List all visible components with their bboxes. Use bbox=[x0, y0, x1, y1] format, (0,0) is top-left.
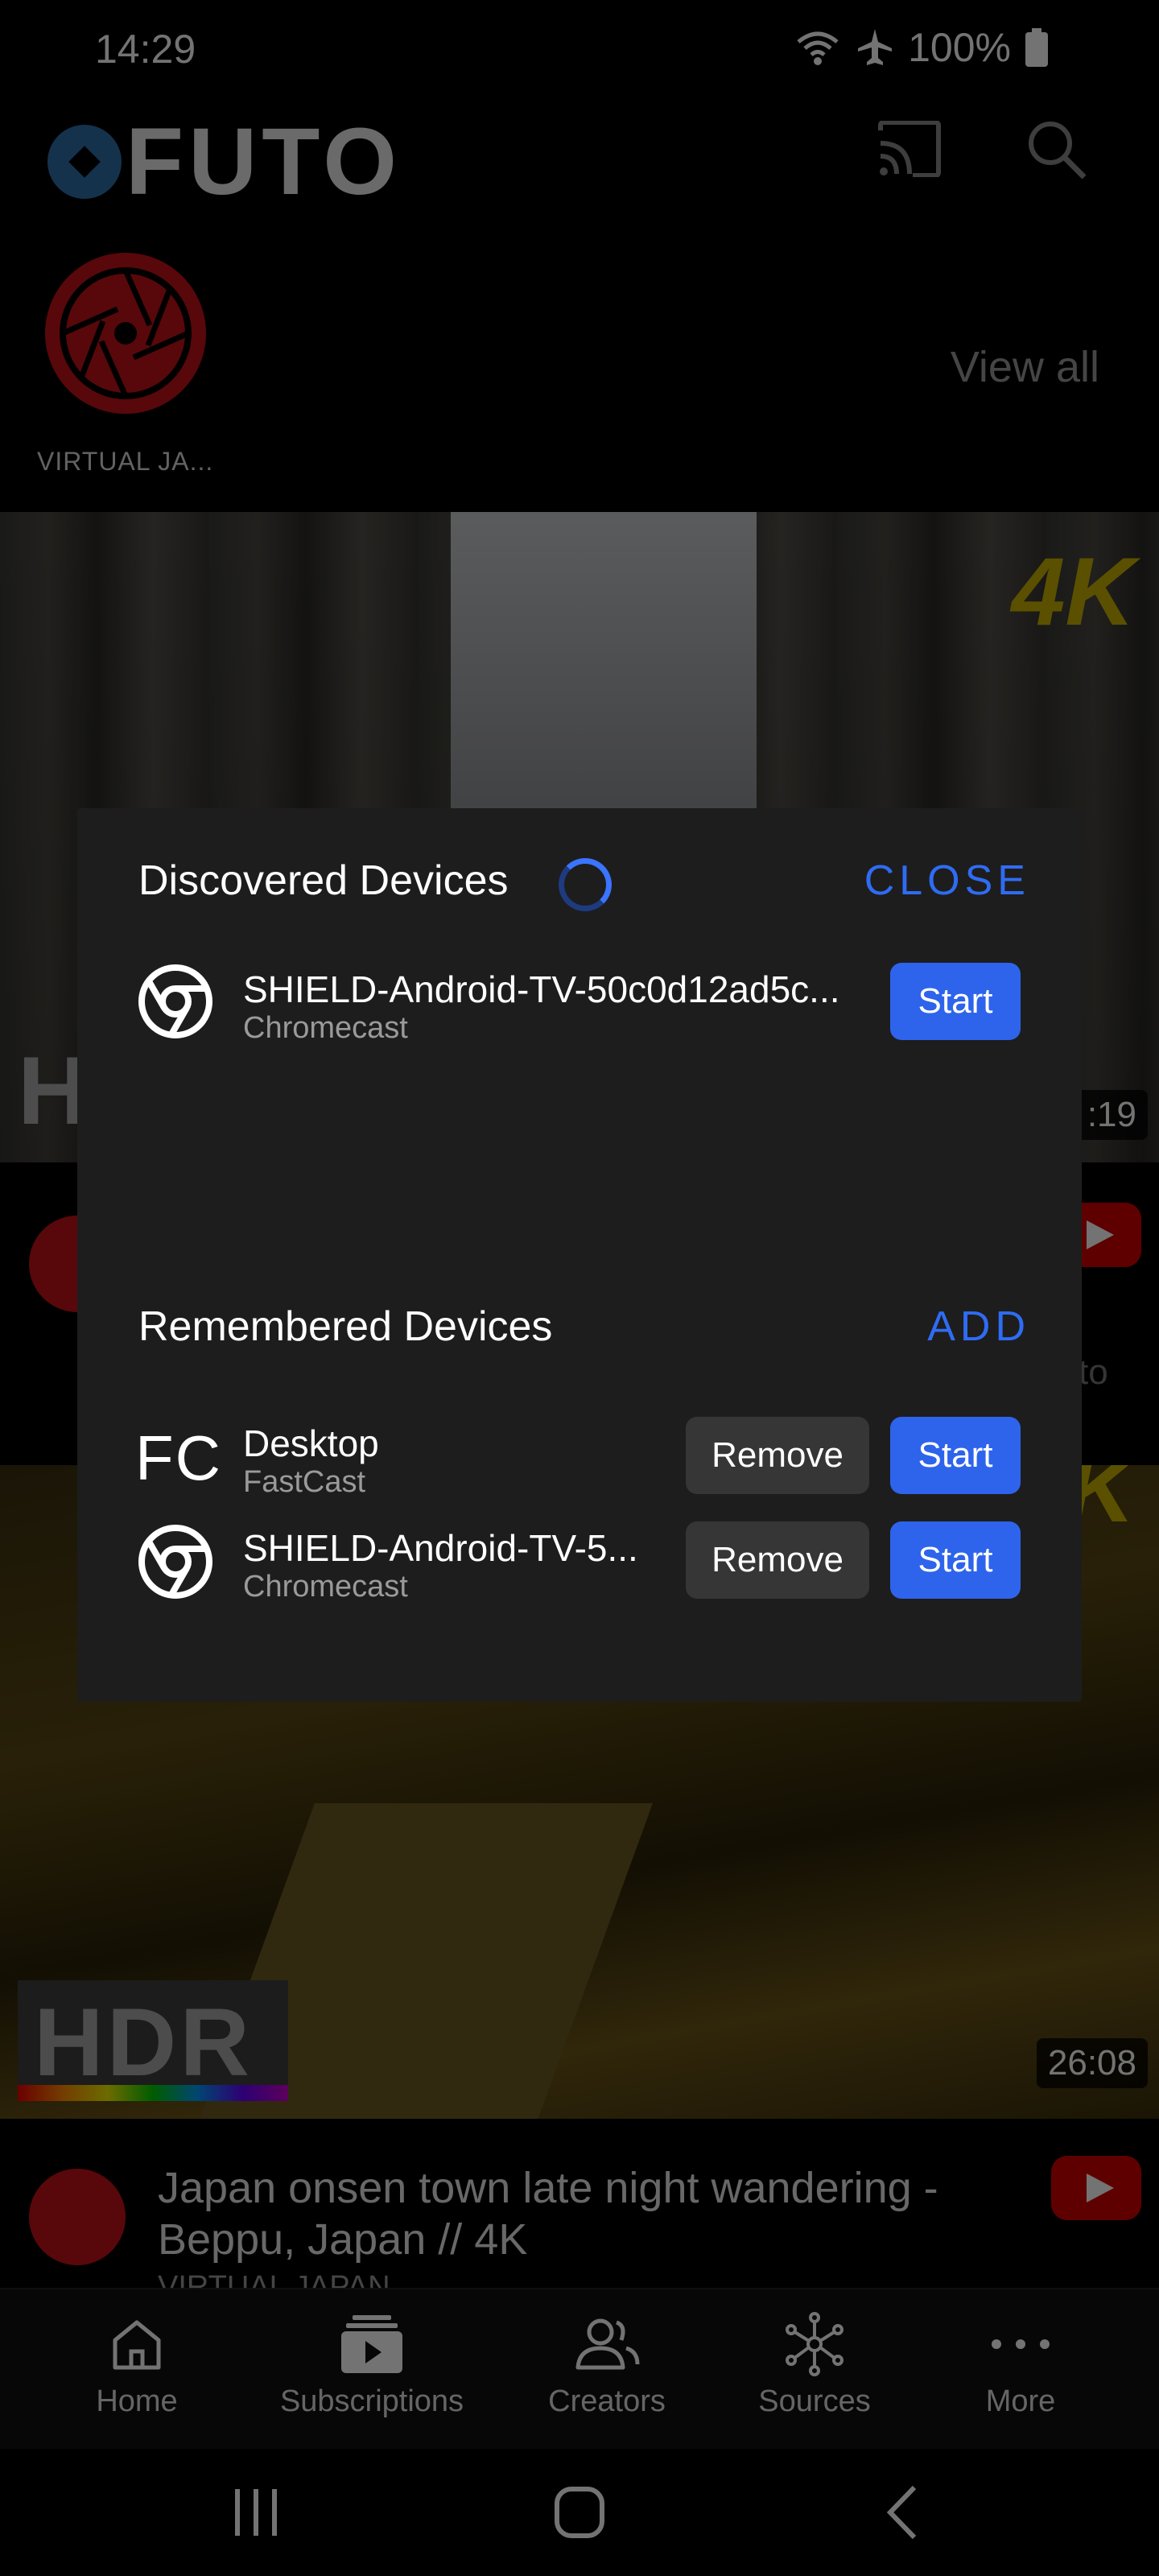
cast-icon[interactable] bbox=[877, 121, 942, 177]
add-device-button[interactable]: ADD bbox=[927, 1302, 1030, 1351]
close-button[interactable]: CLOSE bbox=[864, 857, 1030, 905]
nav-subscriptions[interactable]: Subscriptions bbox=[267, 2312, 476, 2419]
remembered-devices-title: Remembered Devices bbox=[138, 1303, 553, 1350]
creator-avatar[interactable] bbox=[45, 253, 206, 414]
nav-home[interactable]: Home bbox=[32, 2312, 241, 2419]
remembered-device-name: SHIELD-Android-TV-5... bbox=[243, 1527, 638, 1569]
discovered-devices-title: Discovered Devices bbox=[138, 857, 509, 904]
thumbnail-sky bbox=[451, 512, 757, 850]
start-button[interactable]: Start bbox=[890, 1417, 1021, 1494]
thumbnail-hdr-badge: HDR bbox=[34, 1988, 253, 2096]
hdr-rainbow-bar bbox=[18, 2085, 288, 2101]
creators-icon bbox=[575, 2318, 640, 2370]
app-bar: FUTO bbox=[0, 97, 1159, 209]
home-icon bbox=[113, 2320, 161, 2370]
subscribed-creators-row: VIRTUAL JA... View all bbox=[0, 242, 1159, 499]
nav-subscriptions-label: Subscriptions bbox=[279, 2384, 464, 2418]
remembered-device-type: Chromecast bbox=[243, 1570, 408, 1604]
discovered-device-name: SHIELD-Android-TV-50c0d12ad5c... bbox=[243, 968, 840, 1010]
back-icon[interactable] bbox=[884, 2484, 919, 2541]
subscriptions-icon bbox=[341, 2315, 402, 2373]
nav-creators-label: Creators bbox=[548, 2384, 666, 2418]
creator-name: VIRTUAL JA... bbox=[37, 447, 214, 476]
home-button-icon[interactable] bbox=[554, 2486, 605, 2539]
cast-devices-dialog: Discovered Devices CLOSE SHIELD-Android-… bbox=[77, 808, 1082, 1702]
nav-creators[interactable]: Creators bbox=[502, 2312, 711, 2419]
chrome-icon bbox=[138, 1525, 212, 1599]
sources-icon bbox=[786, 2312, 843, 2376]
nav-sources-label: Sources bbox=[758, 2384, 871, 2418]
battery-percent: 100% bbox=[908, 25, 1011, 70]
fastcast-icon: FC bbox=[135, 1422, 222, 1493]
search-icon[interactable] bbox=[1026, 119, 1087, 180]
remove-button[interactable]: Remove bbox=[686, 1521, 869, 1599]
chrome-icon bbox=[138, 964, 212, 1038]
video-duration: 26:08 bbox=[1036, 2038, 1148, 2088]
view-all-link[interactable]: View all bbox=[951, 342, 1099, 392]
nav-more-label: More bbox=[985, 2384, 1056, 2418]
recent-apps-icon[interactable] bbox=[232, 2486, 280, 2539]
logo-text: FUTO bbox=[126, 109, 402, 215]
airplane-mode-icon bbox=[858, 29, 893, 65]
remove-button[interactable]: Remove bbox=[686, 1417, 869, 1494]
aperture-logo-icon bbox=[60, 267, 192, 399]
partial-text: to bbox=[1079, 1352, 1108, 1392]
youtube-icon bbox=[1051, 2156, 1141, 2220]
status-bar: 14:29 100% bbox=[0, 0, 1159, 97]
status-time: 14:29 bbox=[95, 27, 196, 72]
wifi-icon bbox=[797, 31, 839, 65]
nav-sources[interactable]: Sources bbox=[710, 2312, 919, 2419]
bottom-navigation: Home Subscriptions Creators Sources More bbox=[0, 2288, 1159, 2449]
video-duration: :19 bbox=[1075, 1090, 1148, 1140]
thumbnail-4k-badge: 4K bbox=[1011, 538, 1135, 646]
start-button[interactable]: Start bbox=[890, 1521, 1021, 1599]
start-button[interactable]: Start bbox=[890, 963, 1021, 1040]
remembered-device-type: FastCast bbox=[243, 1465, 366, 1499]
video-title[interactable]: Japan onsen town late night wandering - … bbox=[158, 2162, 1011, 2265]
futo-logo[interactable]: FUTO bbox=[47, 114, 402, 209]
more-icon bbox=[992, 2339, 1050, 2349]
nav-home-label: Home bbox=[96, 2384, 178, 2418]
remembered-device-name: Desktop bbox=[243, 1422, 379, 1464]
futo-logo-icon bbox=[47, 125, 122, 199]
loading-spinner-icon bbox=[559, 858, 612, 911]
channel-avatar[interactable] bbox=[29, 2169, 126, 2265]
status-icons: 100% bbox=[794, 24, 1048, 71]
battery-icon bbox=[1025, 28, 1048, 67]
discovered-device-type: Chromecast bbox=[243, 1011, 408, 1045]
nav-more[interactable]: More bbox=[916, 2312, 1125, 2419]
system-navigation-bar bbox=[0, 2449, 1159, 2576]
